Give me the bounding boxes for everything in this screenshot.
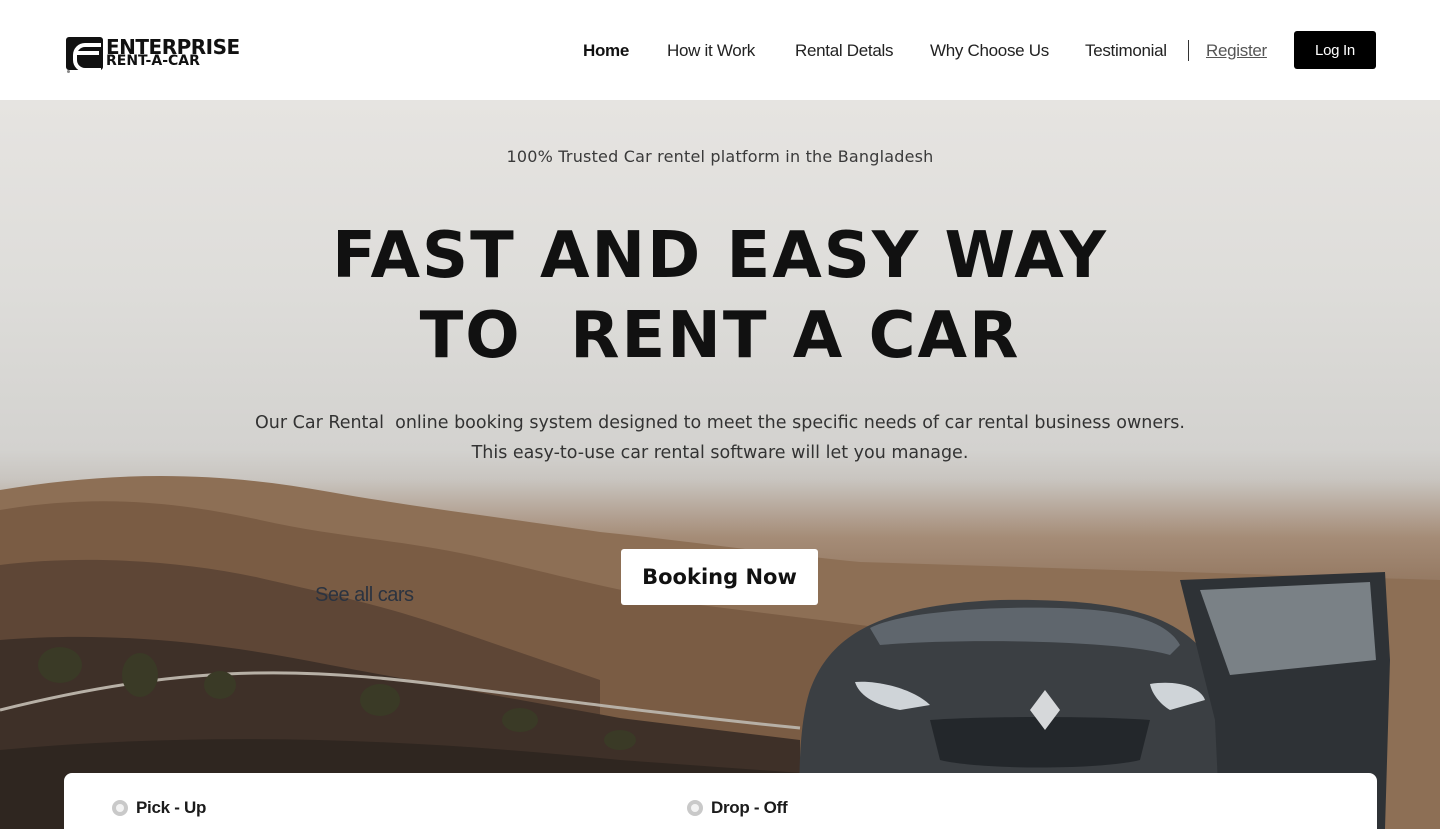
login-button[interactable]: Log In [1294, 31, 1376, 69]
nav-home[interactable]: Home [583, 39, 629, 63]
nav-testimonial[interactable]: Testimonial [1085, 39, 1167, 63]
hero-description: Our Car Rental online booking system des… [0, 408, 1440, 468]
brand-logo[interactable]: ENTERPRISE RENT-A-CAR [66, 37, 256, 75]
logo-text-line2: RENT-A-CAR [106, 53, 200, 69]
dropoff-radio[interactable] [687, 800, 703, 816]
hero-description-line1: Our Car Rental online booking system des… [255, 413, 1185, 433]
logo-dot-icon [67, 70, 70, 73]
booking-panel: Pick - Up Drop - Off [64, 773, 1377, 829]
dropoff-option[interactable]: Drop - Off [687, 797, 788, 819]
hero-section: 100% Trusted Car rentel platform in the … [0, 100, 1440, 829]
nav-rental-details[interactable]: Rental Detals [795, 39, 893, 63]
logo-mark-icon [66, 37, 103, 72]
hero-headline: FAST AND EASY WAY TO RENT A CAR [0, 216, 1440, 376]
see-all-cars-link[interactable]: See all cars [315, 584, 414, 607]
hero-headline-line2: TO RENT A CAR [419, 299, 1021, 373]
nav-how-it-work[interactable]: How it Work [667, 39, 755, 63]
pickup-label: Pick - Up [136, 798, 207, 817]
nav-why-choose-us[interactable]: Why Choose Us [930, 39, 1049, 63]
hero-headline-line1: FAST AND EASY WAY [332, 219, 1108, 293]
register-link[interactable]: Register [1206, 39, 1267, 63]
pickup-radio[interactable] [112, 800, 128, 816]
dropoff-label: Drop - Off [711, 798, 788, 817]
booking-now-button[interactable]: Booking Now [621, 549, 818, 605]
hero-description-line2: This easy-to-use car rental software wil… [471, 443, 969, 463]
nav-divider [1188, 40, 1189, 61]
pickup-option[interactable]: Pick - Up [112, 797, 206, 819]
hero-tagline: 100% Trusted Car rentel platform in the … [506, 147, 934, 166]
site-header: ENTERPRISE RENT-A-CAR Home How it Work R… [0, 0, 1440, 100]
